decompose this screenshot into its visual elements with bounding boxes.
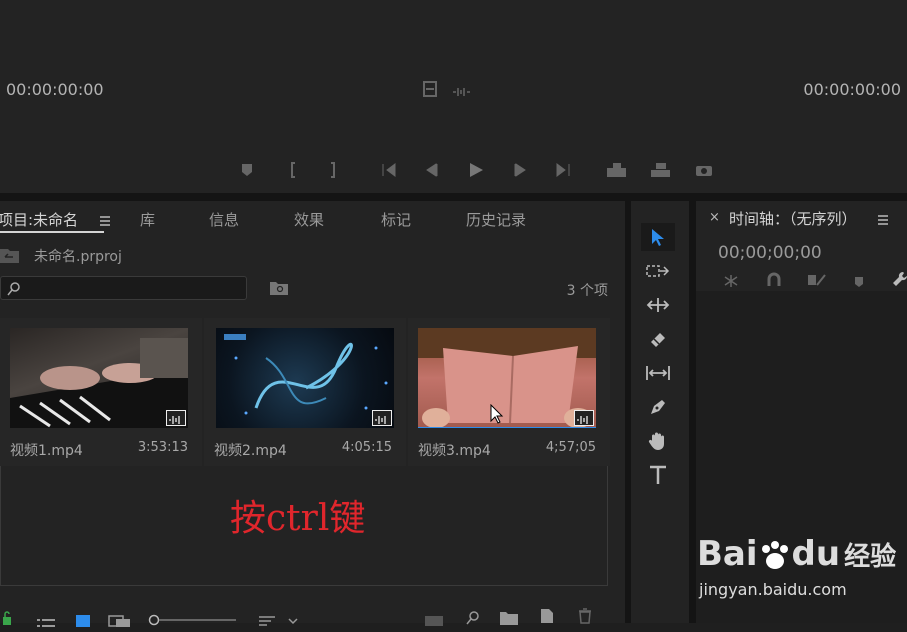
project-panel: 项目:未命名 库 信息 效果 标记 历史记录 未命名.prproj 3 个项 视… <box>0 201 625 627</box>
active-tab-indicator <box>0 231 104 233</box>
film-icon[interactable] <box>422 81 438 101</box>
mark-out-icon[interactable] <box>323 160 343 180</box>
close-icon[interactable]: × <box>709 210 720 225</box>
mark-in-icon[interactable] <box>283 160 303 180</box>
tab-library[interactable]: 库 <box>140 209 155 230</box>
step-forward-icon[interactable] <box>510 160 530 180</box>
hamburger-icon[interactable] <box>877 211 889 230</box>
play-icon[interactable] <box>466 160 486 180</box>
watermark-brand-part3: 经验 <box>844 542 897 572</box>
project-file-name: 未命名.prproj <box>34 249 122 265</box>
audio-badge-icon <box>574 410 594 426</box>
item-count: 3 个项 <box>566 283 608 299</box>
new-item-icon[interactable] <box>540 608 554 628</box>
pen-tool-icon[interactable] <box>641 393 675 421</box>
overwrite-icon[interactable] <box>650 160 670 180</box>
clip-name: 视频2.mp4 <box>214 443 287 459</box>
clip-thumbnail[interactable] <box>10 328 188 428</box>
slip-tool-icon[interactable] <box>641 359 675 387</box>
camera-icon[interactable] <box>694 160 714 180</box>
track-select-tool-icon[interactable] <box>641 257 675 285</box>
clip-thumbnail[interactable] <box>216 328 394 428</box>
clip-card[interactable]: 视频2.mp4 4:05:15 <box>204 318 406 466</box>
razor-tool-icon[interactable] <box>641 325 675 353</box>
audio-badge-icon <box>372 410 392 426</box>
clip-duration: 3:53:13 <box>137 440 188 455</box>
hover-scrub-bar <box>418 427 596 428</box>
add-marker-icon[interactable] <box>854 273 864 292</box>
selection-tool-icon[interactable] <box>641 223 675 251</box>
tools-panel <box>631 201 689 623</box>
tab-project[interactable]: 项目:未命名 <box>0 209 78 230</box>
wrench-icon[interactable] <box>892 271 907 291</box>
automate-to-sequence-icon[interactable] <box>424 612 444 631</box>
new-bin-icon[interactable] <box>500 610 518 629</box>
sort-icon[interactable] <box>258 612 298 631</box>
nest-icon[interactable] <box>722 273 740 292</box>
zoom-slider[interactable] <box>148 611 238 630</box>
monitor-timecode-left[interactable]: 00:00:00:00 <box>6 80 104 99</box>
linked-selection-icon[interactable] <box>807 272 827 292</box>
project-toolbar <box>0 586 625 627</box>
clear-icon[interactable] <box>578 608 592 628</box>
mouse-cursor-icon <box>490 403 504 428</box>
folder-up-icon[interactable] <box>0 246 20 268</box>
panel-divider[interactable] <box>0 193 907 201</box>
new-search-bin-icon[interactable] <box>270 280 288 299</box>
program-monitor: 00:00:00:00 00:00:00:00 <box>0 0 907 193</box>
baidu-jingyan-watermark: Bai du 经验 jingyan.baidu.com <box>697 520 897 600</box>
panel-divider[interactable] <box>689 201 696 623</box>
snap-icon[interactable] <box>766 272 782 292</box>
clip-name: 视频3.mp4 <box>418 443 491 459</box>
watermark-brand-part2: du <box>791 534 841 574</box>
tab-markers[interactable]: 标记 <box>381 209 411 230</box>
tab-info[interactable]: 信息 <box>209 209 239 230</box>
search-input[interactable] <box>0 276 247 300</box>
ripple-edit-tool-icon[interactable] <box>641 291 675 319</box>
type-tool-icon[interactable] <box>641 461 675 489</box>
clip-name: 视频1.mp4 <box>10 443 83 459</box>
watermark-brand: Bai du 经验 <box>697 534 896 574</box>
audio-waveform-icon[interactable] <box>452 83 472 102</box>
freeform-view-icon[interactable] <box>108 612 132 631</box>
monitor-timecode-right: 00:00:00:00 <box>803 80 901 99</box>
insert-icon[interactable] <box>606 160 626 180</box>
find-icon[interactable] <box>466 610 480 629</box>
icon-view-icon[interactable] <box>76 612 90 631</box>
watermark-brand-part1: Bai <box>697 534 758 574</box>
paw-icon <box>758 534 792 574</box>
tab-effects[interactable]: 效果 <box>294 209 324 230</box>
lock-icon[interactable] <box>2 610 12 629</box>
hamburger-icon[interactable] <box>99 212 111 231</box>
tab-history[interactable]: 历史记录 <box>466 209 526 230</box>
clip-card[interactable]: 视频1.mp4 3:53:13 <box>0 318 202 466</box>
clip-thumbnail[interactable] <box>418 328 596 428</box>
audio-badge-icon <box>166 410 186 426</box>
add-marker-icon[interactable] <box>237 160 257 180</box>
clip-duration: 4;57;05 <box>545 440 596 455</box>
timeline-title[interactable]: 时间轴：（无序列） <box>729 208 857 229</box>
hand-tool-icon[interactable] <box>641 427 675 455</box>
clip-duration: 4:05:15 <box>341 440 392 455</box>
search-icon <box>7 281 21 300</box>
watermark-url: jingyan.baidu.com <box>699 580 847 599</box>
annotation-text: 按ctrl键 <box>230 498 366 539</box>
clip-card[interactable]: 视频3.mp4 4;57;05 <box>408 318 610 466</box>
timeline-timecode[interactable]: 00;00;00;00 <box>718 243 822 263</box>
go-to-in-icon[interactable] <box>380 160 400 180</box>
step-back-icon[interactable] <box>422 160 442 180</box>
go-to-out-icon[interactable] <box>552 160 572 180</box>
